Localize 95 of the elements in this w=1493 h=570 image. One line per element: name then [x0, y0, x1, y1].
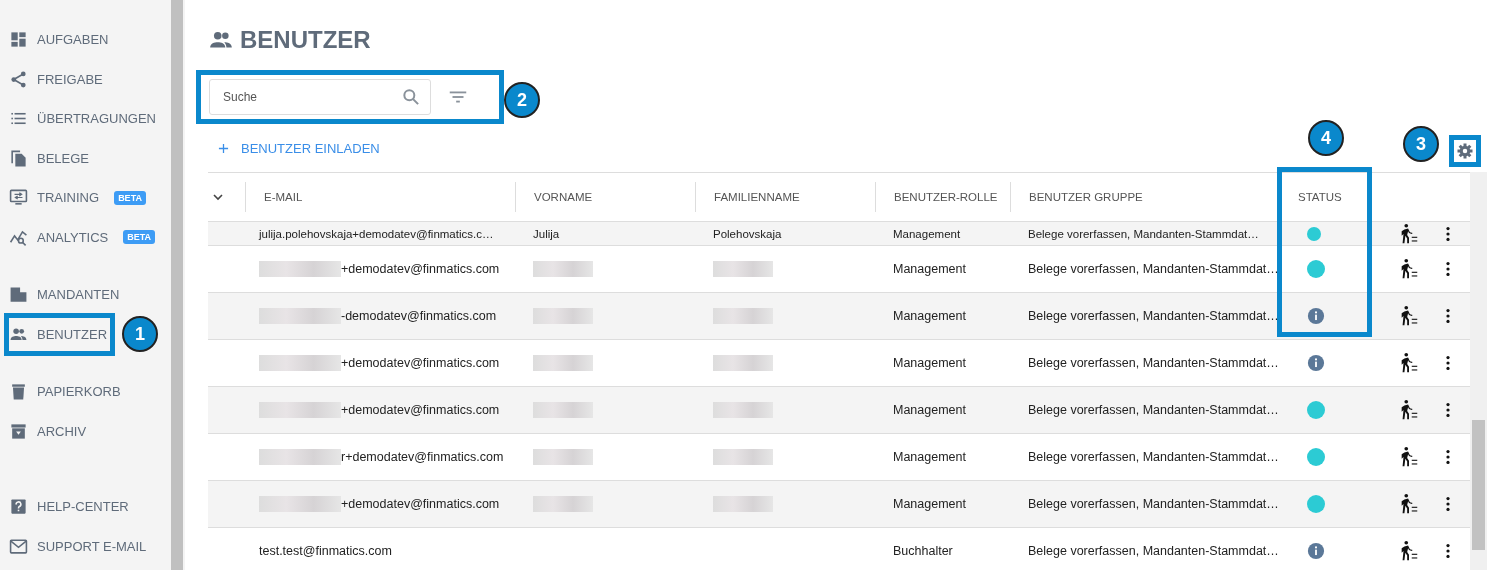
search-icon[interactable] [401, 87, 421, 107]
group-cell: Belege vorerfassen, Mandanten-Stammdat… [1028, 227, 1259, 240]
info-icon [1307, 542, 1325, 560]
sidebar-item[interactable]: TRAINING BETA [0, 178, 150, 218]
mail-icon [9, 536, 28, 556]
redacted-block [533, 449, 593, 465]
email-cell: +demodatev@finmatics.com [341, 262, 500, 276]
redacted-block [713, 402, 773, 418]
chevron-down-icon[interactable] [212, 191, 224, 203]
more-options-icon[interactable] [1445, 495, 1451, 513]
email-cell: +demodatev@finmatics.com [341, 403, 500, 417]
more-options-icon[interactable] [1445, 401, 1451, 419]
dashboard-icon [9, 30, 28, 50]
more-options-icon[interactable] [1445, 354, 1451, 372]
email-cell: julija.polehovskaja+demodatev@finmatics.c… [259, 227, 494, 240]
sidebar-item[interactable]: ÜBERTRAGUNGEN [0, 99, 160, 139]
group-cell: Belege vorerfassen, Mandanten-Stammdat… [1028, 309, 1279, 323]
invite-user-link[interactable]: BENUTZER EINLADEN [208, 140, 380, 156]
redacted-block [533, 355, 593, 371]
beta-badge: BETA [123, 230, 156, 245]
email-cell: -demodatev@finmatics.com [341, 309, 497, 323]
help-icon [9, 497, 28, 517]
group-cell: Belege vorerfassen, Mandanten-Stammdat… [1028, 450, 1279, 464]
sidebar-item[interactable]: MANDANTEN [0, 275, 124, 315]
redacted-block [713, 496, 773, 512]
column-header: VORNAME [534, 191, 593, 203]
share-icon [9, 69, 28, 89]
redacted-block [713, 449, 773, 465]
info-icon [1307, 354, 1325, 372]
email-cell: +demodatev@finmatics.com [341, 356, 500, 370]
redacted-block [533, 308, 593, 324]
redacted-block [533, 496, 593, 512]
page-title: BENUTZER [208, 25, 371, 55]
group-cell: Belege vorerfassen, Mandanten-Stammdat… [1028, 403, 1279, 417]
status-dot [1307, 226, 1321, 241]
role-cell: Management [893, 497, 966, 511]
status-dot [1307, 260, 1325, 278]
role-cell: Management [893, 356, 966, 370]
step-number-badge: 3 [1403, 126, 1439, 162]
role-cell: Buchhalter [893, 544, 953, 558]
column-header: BENUTZER-ROLLE [894, 191, 998, 203]
redacted-block [713, 355, 773, 371]
trash-icon [9, 382, 28, 402]
sidebar-item[interactable]: PAPIERKORB [0, 372, 125, 412]
more-options-icon[interactable] [1445, 307, 1451, 325]
sidebar-item[interactable]: SUPPORT E-MAIL [0, 526, 151, 566]
documents-icon [9, 148, 28, 168]
last-name-cell: Polehovskaja [713, 227, 782, 240]
scrollbar[interactable] [171, 0, 183, 570]
column-header: BENUTZER GRUPPE [1029, 191, 1143, 203]
first-name-cell: Julija [533, 227, 560, 240]
monitor-icon [9, 188, 28, 208]
column-header: E-MAIL [264, 191, 303, 203]
building-icon [9, 285, 28, 305]
sidebar-item[interactable]: FREIGABE [0, 59, 107, 99]
role-cell: Management [893, 403, 966, 417]
search-field[interactable]: Suche [209, 79, 431, 115]
sidebar-item[interactable]: BELEGE [0, 138, 94, 178]
role-cell: Management [893, 262, 966, 276]
info-icon [1307, 307, 1325, 325]
role-cell: Management [893, 450, 966, 464]
more-options-icon[interactable] [1445, 542, 1451, 560]
beta-badge: BETA [114, 190, 146, 205]
group-cell: Belege vorerfassen, Mandanten-Stammdat… [1028, 262, 1279, 276]
step-number-badge: 4 [1308, 120, 1344, 156]
sidebar-item[interactable]: AUFGABEN [0, 20, 113, 60]
status-dot [1307, 495, 1325, 513]
email-cell: test.test@finmatics.com [259, 544, 392, 558]
sidebar-item[interactable]: ARCHIV [0, 411, 91, 451]
email-cell: +demodatev@finmatics.com [341, 497, 500, 511]
status-dot [1307, 401, 1325, 419]
group-cell: Belege vorerfassen, Mandanten-Stammdat… [1028, 356, 1279, 370]
column-header: STATUS [1298, 191, 1342, 203]
step-number-badge: 2 [504, 82, 540, 118]
group-cell: Belege vorerfassen, Mandanten-Stammdat… [1028, 497, 1279, 511]
redacted-block [533, 261, 593, 277]
status-dot [1307, 448, 1325, 466]
sidebar-item[interactable]: ANALYTICS BETA [0, 217, 160, 257]
role-cell: Management [893, 309, 966, 323]
settings-button[interactable] [1455, 141, 1475, 161]
more-options-icon[interactable] [1445, 224, 1451, 243]
sidebar-item[interactable]: BENUTZER [0, 314, 112, 354]
more-options-icon[interactable] [1445, 448, 1451, 466]
sidebar-item[interactable]: HELP-CENTER [0, 487, 133, 527]
archive-box-icon [9, 421, 28, 441]
role-cell: Management [893, 227, 961, 240]
email-cell: r+demodatev@finmatics.com [341, 450, 504, 464]
scrollbar[interactable] [1470, 172, 1487, 570]
more-options-icon[interactable] [1445, 260, 1451, 278]
plus-icon [218, 142, 229, 154]
group-cell: Belege vorerfassen, Mandanten-Stammdat… [1028, 544, 1279, 558]
redacted-block [713, 308, 773, 324]
column-header: FAMILIENNAME [714, 191, 800, 203]
redacted-block [713, 261, 773, 277]
redacted-block [533, 402, 593, 418]
